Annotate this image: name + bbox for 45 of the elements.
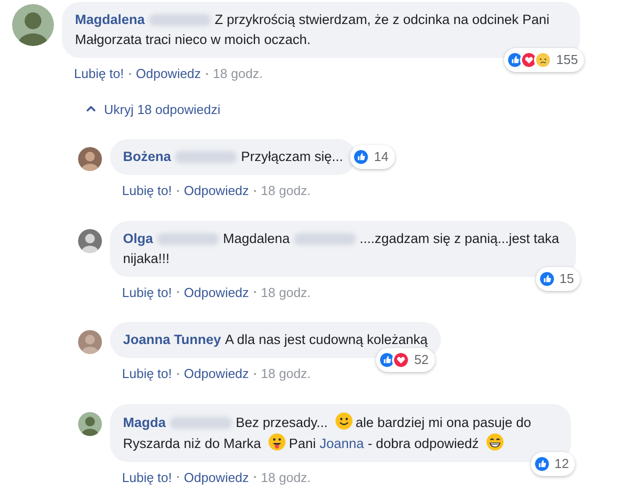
avatar[interactable] bbox=[78, 228, 102, 252]
blurred-name-drawing bbox=[157, 232, 220, 245]
like-icon bbox=[352, 148, 370, 166]
comment-text: Olga Magdalena ....zgadzam się z panią...jest taka nijaka!!! bbox=[123, 230, 560, 266]
comment-action-link[interactable]: Odpowiedz bbox=[184, 468, 249, 487]
comment-text: Magdalena Z przykrością stwierdzam, że z odcinka na odcinek Pani Małgorzata traci nieco w moich oczach. bbox=[75, 12, 550, 47]
reaction-badge[interactable]: 14 bbox=[350, 145, 395, 169]
reaction-count: 15 bbox=[560, 270, 574, 288]
avatar[interactable] bbox=[12, 4, 54, 46]
heart-icon bbox=[392, 351, 410, 369]
blurred-name-drawing bbox=[294, 232, 356, 245]
avatar[interactable] bbox=[78, 330, 102, 354]
comment-action-link[interactable]: Lubię to! bbox=[122, 364, 172, 384]
comment-action-link[interactable]: Odpowiedz bbox=[184, 282, 249, 302]
comment-action-link[interactable]: Lubię to! bbox=[122, 181, 172, 200]
like-icon bbox=[532, 454, 551, 472]
comment-action-link[interactable]: Odpowiedz bbox=[184, 181, 249, 200]
comment-action-link[interactable]: Lubię to! bbox=[122, 282, 172, 302]
avatar[interactable] bbox=[78, 147, 102, 171]
smiley-emoji-icon bbox=[334, 412, 353, 430]
blurred-name-drawing bbox=[170, 416, 232, 429]
like-icon bbox=[538, 270, 556, 288]
avatar[interactable] bbox=[78, 412, 102, 436]
comment-action-link[interactable]: Lubię to! bbox=[122, 468, 172, 487]
sad-face-icon bbox=[534, 51, 552, 69]
reaction-badge[interactable]: 52 bbox=[376, 348, 435, 372]
reaction-badge[interactable]: 15 bbox=[536, 266, 580, 290]
comment-text: Bożena Przyłączam się... bbox=[123, 149, 344, 164]
comment-action-link[interactable]: Odpowiedz bbox=[136, 64, 201, 84]
reaction-count: 14 bbox=[374, 148, 389, 166]
grin-emoji-icon bbox=[486, 432, 504, 450]
tongue-emoji-icon bbox=[268, 432, 286, 450]
hide-replies-button[interactable]: Ukryj 18 odpowiedzi bbox=[86, 100, 220, 119]
reaction-badge[interactable]: 12 bbox=[530, 452, 575, 476]
reaction-count: 12 bbox=[554, 454, 569, 472]
comment-text: Magda Bez przesady... ale bardziej mi ona pasuje do Ryszarda niż do Marka Pani Joanna - dobra odpowiedź bbox=[123, 414, 532, 450]
reaction-count: 52 bbox=[414, 351, 429, 369]
reaction-count: 155 bbox=[556, 51, 578, 69]
comment-text: Joanna Tunney A dla nas jest cudowną koleżanką bbox=[123, 332, 428, 347]
chevron-icon bbox=[86, 106, 96, 112]
comment-action-link[interactable]: Lubię to! bbox=[74, 64, 124, 84]
reaction-badge[interactable]: 155 bbox=[504, 48, 584, 72]
comment-action-link[interactable]: Odpowiedz bbox=[184, 364, 249, 384]
blurred-name-drawing bbox=[148, 14, 211, 26]
blurred-name-drawing bbox=[175, 151, 238, 164]
